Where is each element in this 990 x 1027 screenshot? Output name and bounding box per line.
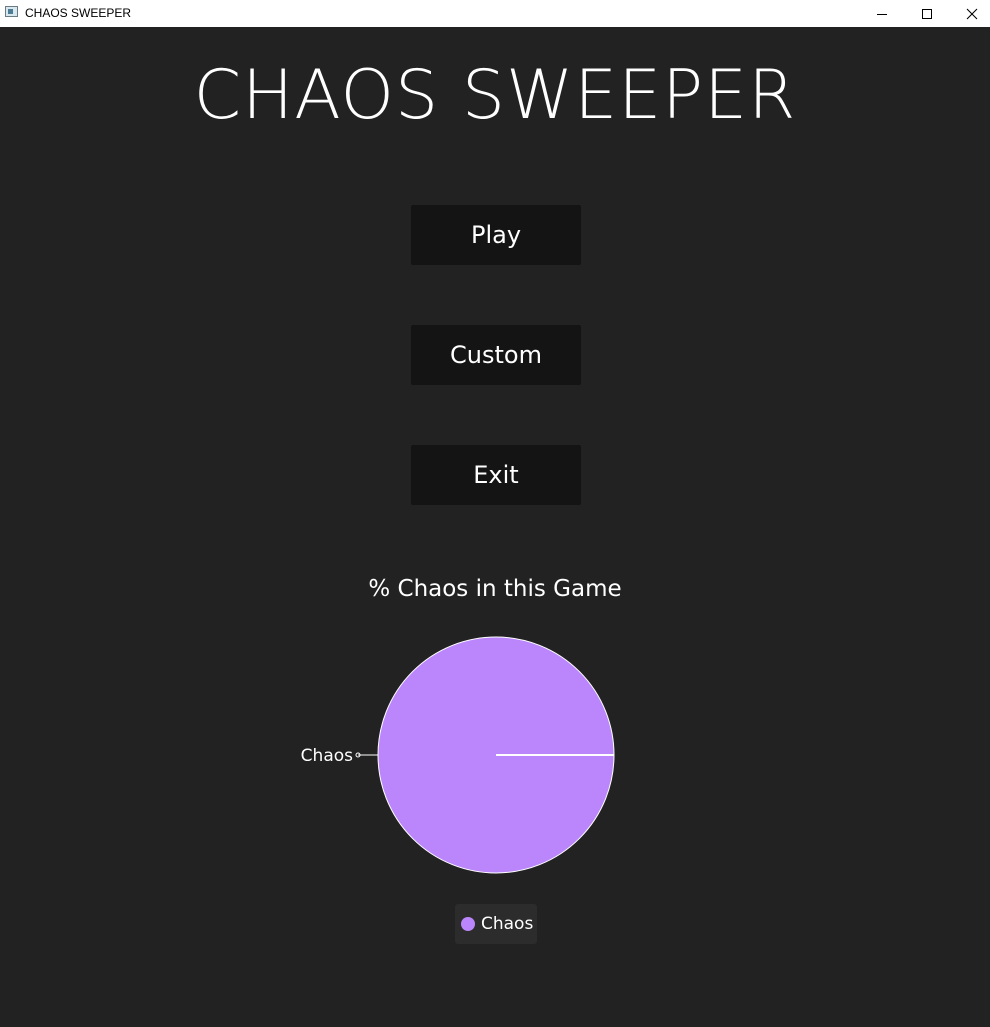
play-button[interactable]: Play (411, 205, 581, 265)
maximize-button[interactable] (904, 0, 950, 27)
maximize-icon (922, 8, 932, 19)
legend-swatch (461, 917, 475, 931)
close-icon (966, 8, 978, 19)
chart-legend[interactable]: Chaos (455, 904, 537, 944)
exit-button[interactable]: Exit (411, 445, 581, 505)
chart-title: % Chaos in this Game (368, 576, 622, 602)
legend-label: Chaos (481, 914, 534, 934)
slice-label: Chaos (301, 746, 353, 766)
app-icon (5, 6, 18, 17)
custom-button[interactable]: Custom (411, 325, 581, 385)
game-title: CHAOS SWEEPER (193, 56, 797, 135)
minimize-button[interactable] (859, 0, 905, 27)
pie-chart: Chaos (301, 636, 615, 874)
close-button[interactable] (949, 0, 990, 27)
window-title: CHAOS SWEEPER (25, 6, 132, 20)
minimize-icon (877, 13, 887, 15)
window-titlebar: CHAOS SWEEPER (0, 0, 990, 27)
main-menu: CHAOS SWEEPER Play Custom Exit % Chaos i… (0, 27, 990, 1027)
